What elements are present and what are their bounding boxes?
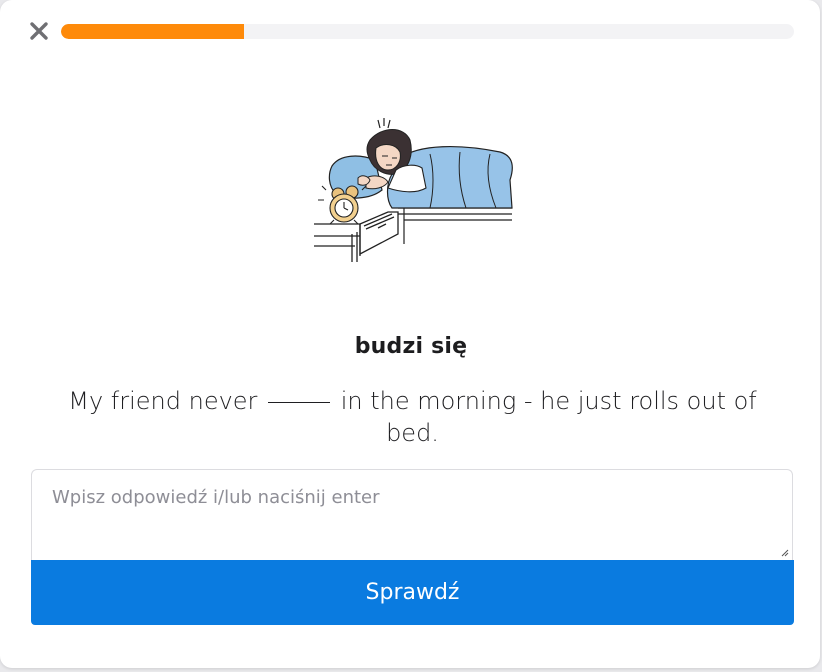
exercise-card: budzi się My friend never in the morning… <box>0 0 820 668</box>
close-icon <box>30 22 48 40</box>
sentence-after-blank: in the morning - he just rolls out of be… <box>340 387 757 447</box>
progress-fill <box>61 24 245 39</box>
vocabulary-word: budzi się <box>354 334 468 359</box>
close-button[interactable] <box>28 20 50 42</box>
woman-waking-up-illustration <box>300 104 522 266</box>
answer-field-container <box>31 469 793 560</box>
sentence-before-blank: My friend never <box>68 387 258 415</box>
answer-input[interactable] <box>32 470 792 560</box>
progress-bar <box>61 24 794 39</box>
check-button[interactable]: Sprawdź <box>31 560 794 625</box>
exercise-sentence: My friend never in the morning - he just… <box>40 385 785 449</box>
resize-handle-icon[interactable] <box>779 547 789 557</box>
sentence-blank <box>268 402 331 403</box>
